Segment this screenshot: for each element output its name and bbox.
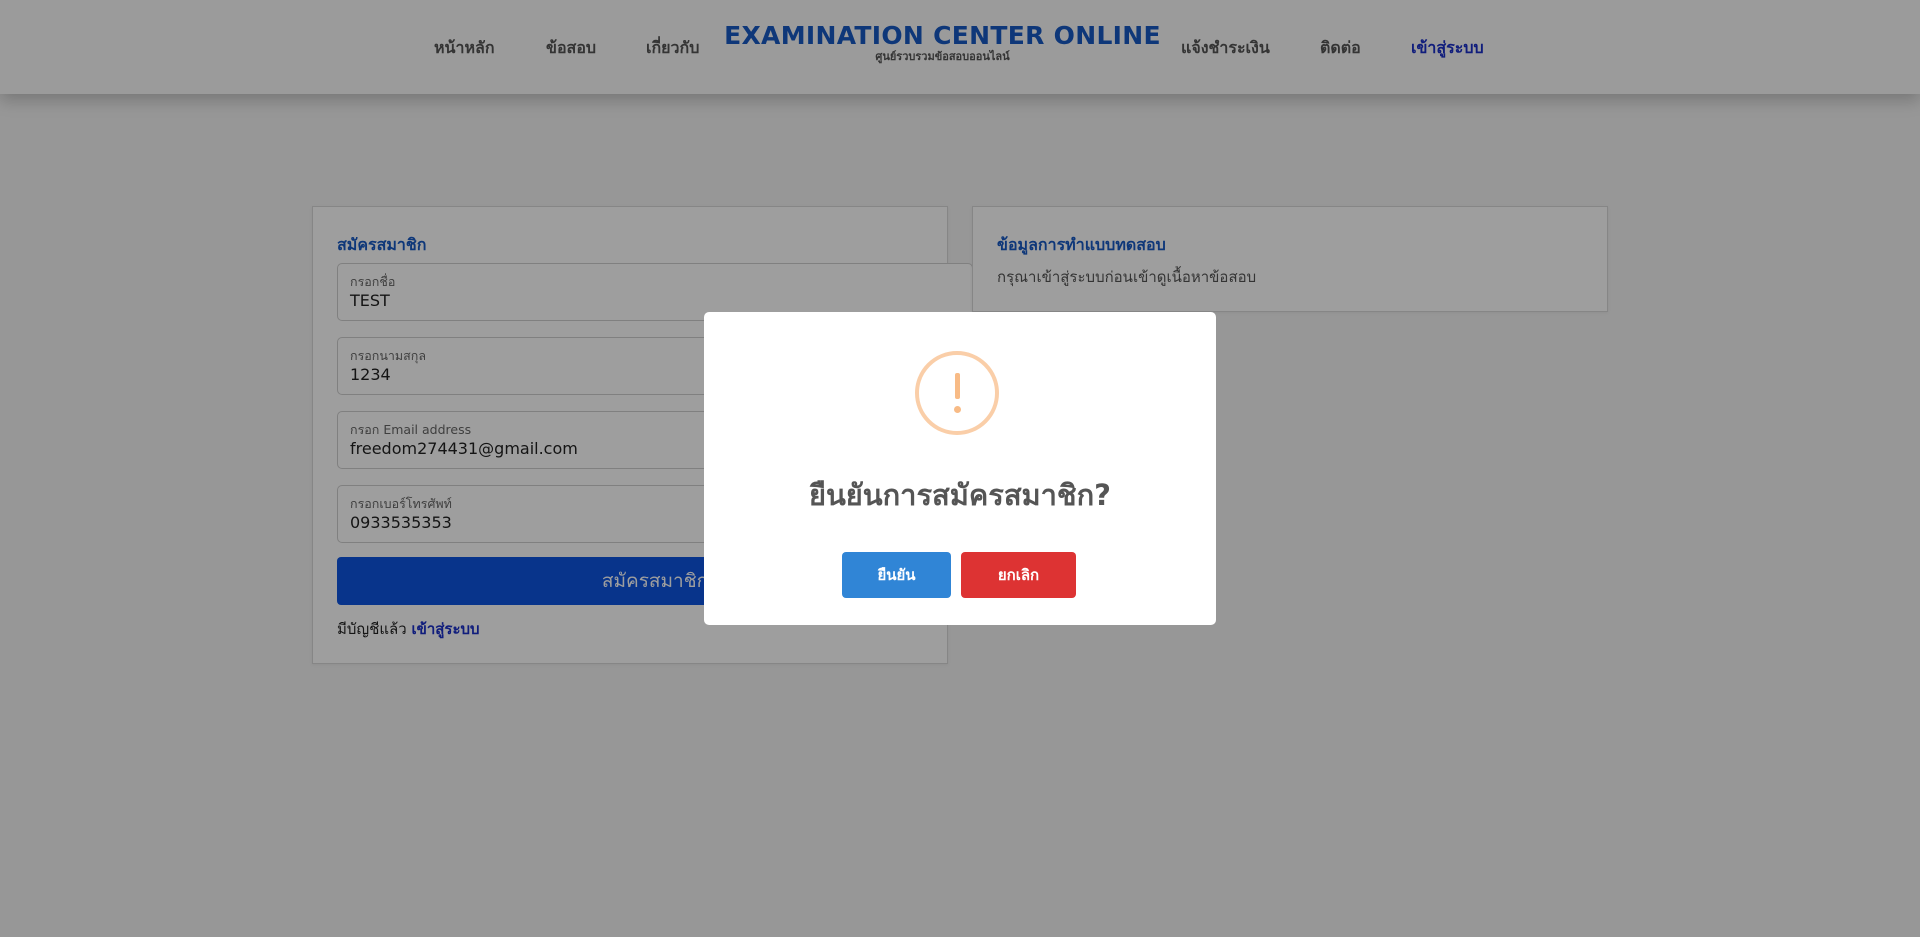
confirm-button[interactable]: ยืนยัน	[842, 552, 951, 598]
warning-icon-bar	[955, 373, 960, 399]
warning-icon	[915, 351, 999, 435]
dialog-title: ยืนยันการสมัครสมาชิก?	[808, 478, 1111, 512]
cancel-button[interactable]: ยกเลิก	[961, 552, 1076, 598]
warning-icon-dot	[954, 406, 961, 413]
confirm-dialog: ยืนยันการสมัครสมาชิก? ยืนยัน ยกเลิก	[704, 312, 1216, 625]
